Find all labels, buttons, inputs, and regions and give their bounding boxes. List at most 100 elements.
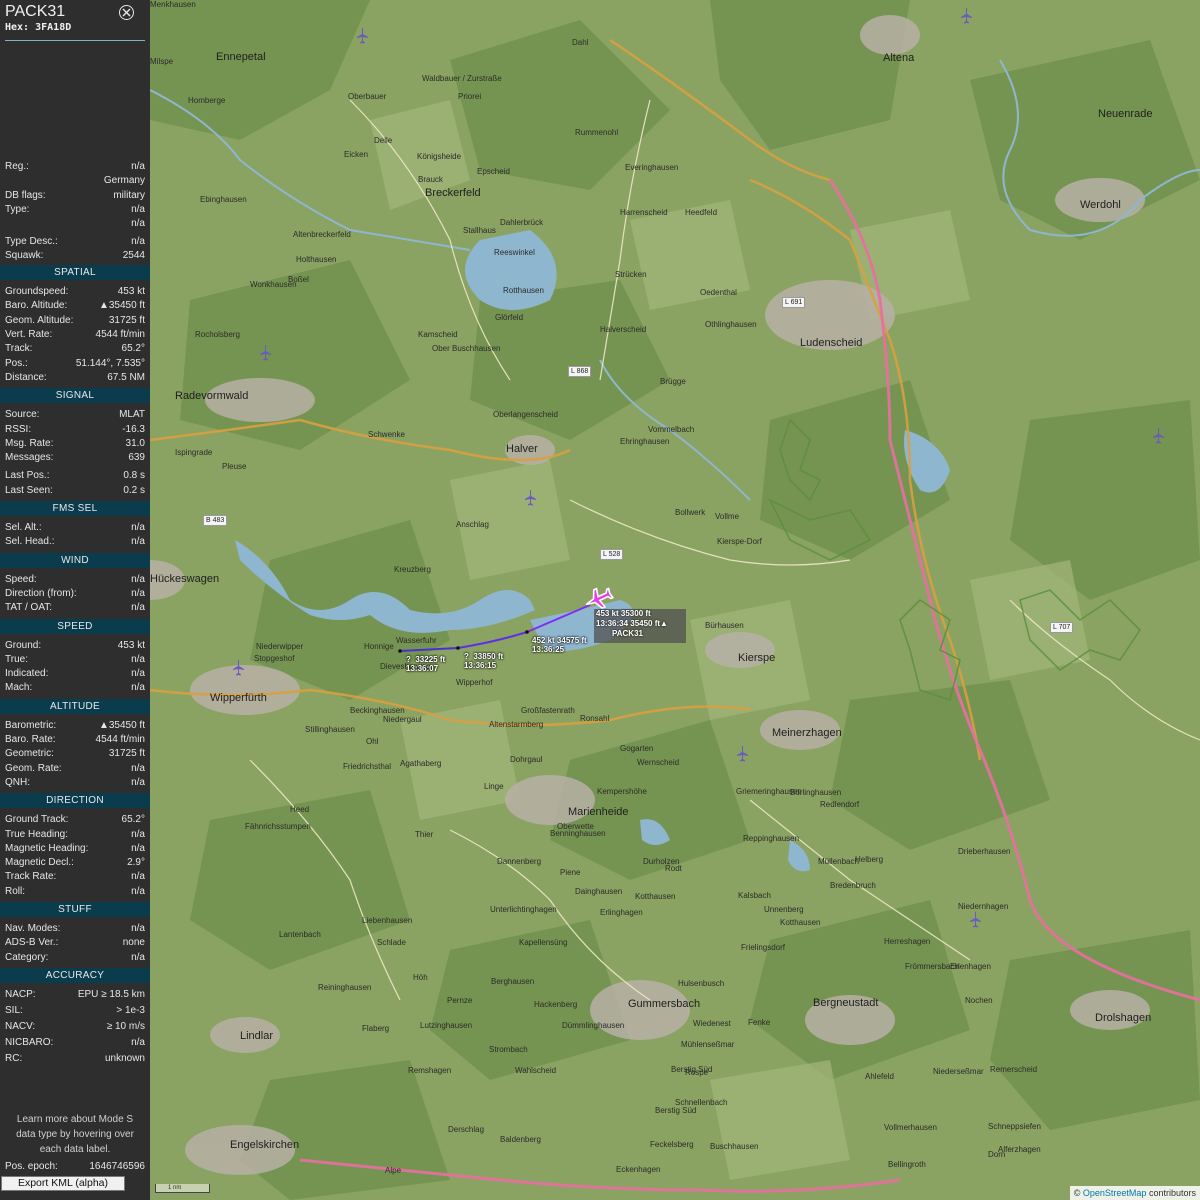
info-label[interactable]: Geom. Rate: bbox=[5, 762, 62, 776]
info-label[interactable]: Msg. Rate: bbox=[5, 437, 53, 451]
info-label[interactable]: NACV: bbox=[5, 1020, 35, 1034]
info-label[interactable]: Baro. Altitude: bbox=[5, 299, 67, 313]
info-label[interactable]: Vert. Rate: bbox=[5, 328, 52, 342]
town-label: Lutzinghausen bbox=[420, 1021, 473, 1030]
info-label[interactable]: ADS-B Ver.: bbox=[5, 936, 58, 950]
info-value: unknown bbox=[104, 1052, 145, 1064]
town-label: Helberg bbox=[855, 855, 884, 864]
town-label: Pleuse bbox=[222, 462, 247, 471]
info-label[interactable]: RSSI: bbox=[5, 423, 31, 437]
info-label[interactable]: DB flags: bbox=[5, 189, 46, 203]
info-label[interactable]: Speed: bbox=[5, 573, 37, 587]
info-label[interactable]: Source: bbox=[5, 408, 39, 422]
town-label: Niederwipper bbox=[256, 642, 304, 651]
town-label: Thier bbox=[415, 830, 434, 839]
info-value: ≥ 10 m/s bbox=[106, 1020, 145, 1032]
info-label[interactable]: QNH: bbox=[5, 776, 30, 790]
info-label[interactable]: Magnetic Heading: bbox=[5, 842, 88, 856]
info-label[interactable]: TAT / OAT: bbox=[5, 601, 52, 615]
info-row: Messages: 639 bbox=[0, 451, 150, 465]
info-row: NACV: ≥ 10 m/s bbox=[0, 1020, 150, 1034]
town-label: Drieberhausen bbox=[958, 847, 1011, 856]
town-label: Börlinghausen bbox=[790, 788, 842, 797]
info-row: Vert. Rate: 4544 ft/min bbox=[0, 328, 150, 342]
town-label: Oberlangenscheid bbox=[493, 410, 558, 419]
town-label: Schlade bbox=[377, 938, 406, 947]
town-label: Boßel bbox=[288, 275, 309, 284]
city-label: Neuenrade bbox=[1098, 108, 1153, 120]
info-label[interactable]: Distance: bbox=[5, 371, 47, 385]
info-label[interactable]: Pos.: bbox=[5, 357, 28, 371]
info-label[interactable]: Sel. Alt.: bbox=[5, 521, 42, 535]
town-label: Schwenke bbox=[368, 430, 405, 439]
info-label[interactable]: Track: bbox=[5, 342, 32, 356]
town-label: Bellingroth bbox=[888, 1160, 926, 1169]
info-value: n/a bbox=[131, 218, 145, 230]
town-label: Bredenbruch bbox=[830, 881, 876, 890]
info-label[interactable]: Magnetic Decl.: bbox=[5, 856, 74, 870]
town-label: Kapellensüng bbox=[519, 938, 568, 947]
info-label[interactable]: Indicated: bbox=[5, 667, 48, 681]
info-label[interactable]: Roll: bbox=[5, 885, 25, 899]
section-header-altitude: ALTITUDE bbox=[0, 698, 150, 714]
info-label[interactable]: Last Pos.: bbox=[5, 469, 49, 483]
close-icon[interactable] bbox=[119, 5, 134, 20]
info-label[interactable]: SIL: bbox=[5, 1004, 23, 1018]
header-divider bbox=[5, 40, 145, 41]
info-row: Category: n/a bbox=[0, 951, 150, 965]
info-label[interactable]: Squawk: bbox=[5, 249, 43, 263]
info-value: n/a bbox=[131, 871, 145, 883]
town-label: Dainghausen bbox=[575, 887, 623, 896]
info-label[interactable]: Direction (from): bbox=[5, 587, 77, 601]
info-label[interactable]: Category: bbox=[5, 951, 48, 965]
info-label[interactable]: Barometric: bbox=[5, 719, 56, 733]
town-label: Dohrgaul bbox=[510, 755, 543, 764]
info-label[interactable]: Type Desc.: bbox=[5, 235, 58, 249]
road-shield: L 868 bbox=[568, 366, 592, 377]
info-label[interactable]: Track Rate: bbox=[5, 870, 56, 884]
info-label[interactable]: Ground: bbox=[5, 639, 41, 653]
hex-code: Hex: 3FA18D bbox=[5, 22, 71, 33]
section-header-fms-sel: FMS SEL bbox=[0, 501, 150, 516]
info-label[interactable]: Baro. Rate: bbox=[5, 733, 56, 747]
town-label: Kalsbach bbox=[738, 891, 771, 900]
info-label[interactable]: Reg.: bbox=[5, 160, 29, 174]
map-view[interactable]: L 691 L 868 L 528 B 483 L 707 Ludenschei… bbox=[150, 0, 1200, 1200]
info-value: Germany bbox=[103, 175, 145, 187]
town-label: Stopgeshof bbox=[254, 654, 295, 663]
info-label[interactable]: Last Seen: bbox=[5, 484, 53, 498]
info-label[interactable]: Sel. Head.: bbox=[5, 535, 54, 549]
info-label[interactable]: True Heading: bbox=[5, 828, 68, 842]
info-label[interactable]: Geometric: bbox=[5, 747, 54, 761]
info-value: n/a bbox=[131, 776, 145, 788]
town-label: Rodt bbox=[665, 864, 682, 873]
info-label[interactable]: NACP: bbox=[5, 988, 36, 1002]
info-row: True Heading: n/a bbox=[0, 828, 150, 842]
town-label: Dümmlinghausen bbox=[562, 1021, 625, 1030]
info-label[interactable]: Ground Track: bbox=[5, 813, 68, 827]
info-value: n/a bbox=[131, 573, 145, 585]
export-kml-button[interactable]: Export KML (alpha) bbox=[1, 1176, 125, 1191]
info-label[interactable]: Geom. Altitude: bbox=[5, 314, 73, 328]
town-label: Waldbauer / Zurstraße bbox=[422, 74, 502, 83]
info-label[interactable]: RC: bbox=[5, 1052, 22, 1066]
town-label: Ebinghausen bbox=[200, 195, 247, 204]
town-label: Bollwerk bbox=[675, 508, 706, 517]
info-label[interactable]: Nav. Modes: bbox=[5, 922, 60, 936]
info-row: Roll: n/a bbox=[0, 885, 150, 899]
town-label: Redlendorf bbox=[820, 800, 860, 809]
info-label[interactable]: Messages: bbox=[5, 451, 53, 465]
road-shield: L 528 bbox=[600, 549, 624, 560]
info-label[interactable]: Groundspeed: bbox=[5, 285, 68, 299]
info-value: n/a bbox=[131, 587, 145, 599]
info-row: QNH: n/a bbox=[0, 776, 150, 790]
town-label: Wiedenest bbox=[693, 1019, 731, 1028]
info-label[interactable]: NICBARO: bbox=[5, 1036, 53, 1050]
map-attribution: © OpenStreetMap contributors bbox=[1069, 1186, 1200, 1200]
openstreetmap-link[interactable]: OpenStreetMap bbox=[1083, 1188, 1147, 1198]
info-label[interactable]: Mach: bbox=[5, 681, 32, 695]
info-row: RC: unknown bbox=[0, 1052, 150, 1066]
town-label: Rospe bbox=[685, 1068, 709, 1077]
info-label[interactable]: Type: bbox=[5, 203, 29, 217]
info-label[interactable]: True: bbox=[5, 653, 28, 667]
